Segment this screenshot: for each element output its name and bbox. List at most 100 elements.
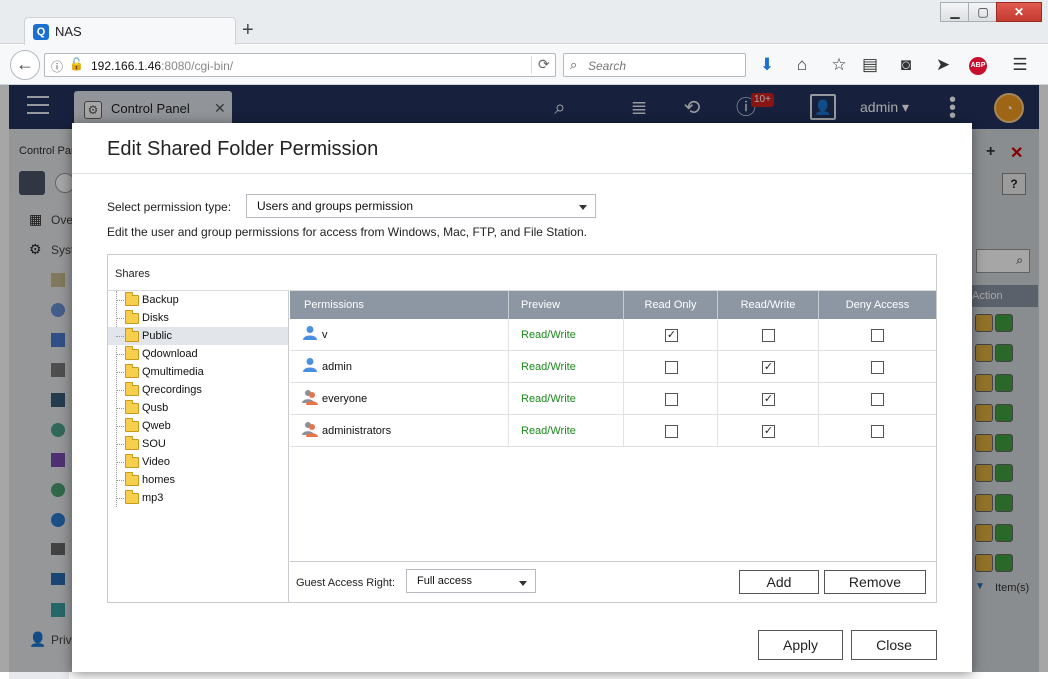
user-icon <box>303 326 317 340</box>
folder-icon <box>125 382 139 396</box>
read-only-checkbox[interactable] <box>665 361 678 374</box>
folder-name: Qrecordings <box>142 384 202 396</box>
minimize-button[interactable]: ▁ <box>940 2 970 22</box>
cell-permission: everyone <box>290 383 509 415</box>
home-icon[interactable]: ⌂ <box>790 53 814 77</box>
tree-connector <box>116 426 124 427</box>
folder-name: Backup <box>142 294 179 306</box>
reading-list-icon[interactable]: ▤ <box>858 53 882 77</box>
folder-item[interactable]: Qweb <box>108 417 288 435</box>
tree-connector <box>116 318 124 319</box>
read-only-checkbox[interactable] <box>665 425 678 438</box>
reload-icon[interactable]: ⟳ <box>531 56 550 74</box>
cell-preview: Read/Write <box>509 383 624 415</box>
guest-access-label: Guest Access Right: <box>296 577 396 589</box>
info-icon[interactable]: ⓘ <box>51 58 63 75</box>
cell-preview: Read/Write <box>509 351 624 383</box>
download-icon[interactable]: ⬇ <box>755 53 779 77</box>
cell-deny <box>819 383 936 415</box>
search-bar[interactable]: ⌕ Search <box>563 53 746 77</box>
permission-row[interactable]: admin Read/Write ✓ <box>290 351 936 383</box>
read-write-checkbox[interactable] <box>762 329 775 342</box>
browser-menu-icon[interactable]: ☰ <box>1008 53 1032 77</box>
cell-deny <box>819 415 936 447</box>
folder-name: Public <box>142 330 172 342</box>
send-icon[interactable]: ➤ <box>931 53 955 77</box>
cell-permission: administrators <box>290 415 509 447</box>
read-write-checkbox[interactable]: ✓ <box>762 361 775 374</box>
browser-navbar: ← ⓘ 🔓 192.166.1.46:8080/cgi-bin/ ⟳ ⌕ Sea… <box>0 45 1048 85</box>
divider <box>72 173 972 174</box>
cell-read-only <box>624 383 718 415</box>
chevron-down-icon <box>519 581 527 586</box>
preview-value: Read/Write <box>521 425 576 437</box>
apply-button[interactable]: Apply <box>758 630 843 660</box>
folder-item[interactable]: SOU <box>108 435 288 453</box>
folder-item[interactable]: homes <box>108 471 288 489</box>
pocket-icon[interactable]: ◙ <box>894 53 918 77</box>
folder-icon <box>125 400 139 414</box>
folder-name: Qusb <box>142 402 169 414</box>
folder-icon <box>125 472 139 486</box>
cell-deny <box>819 351 936 383</box>
column-deny-access[interactable]: Deny Access <box>819 291 936 319</box>
folder-name: homes <box>142 474 176 486</box>
qnap-favicon-icon: Q <box>33 24 49 40</box>
folder-name: Disks <box>142 312 169 324</box>
folder-item[interactable]: Backup <box>108 291 288 309</box>
column-permissions[interactable]: Permissions <box>290 291 509 319</box>
read-only-checkbox[interactable]: ✓ <box>665 329 678 342</box>
new-tab-button[interactable]: + <box>242 20 254 40</box>
browser-titlebar: Q NAS + ▁ ▢ ✕ <box>0 0 1048 45</box>
browser-tab[interactable]: Q NAS <box>24 17 236 45</box>
folder-item[interactable]: Qusb <box>108 399 288 417</box>
deny-checkbox[interactable] <box>871 425 884 438</box>
folder-item[interactable]: mp3 <box>108 489 288 507</box>
maximize-button[interactable]: ▢ <box>968 2 998 22</box>
read-write-checkbox[interactable]: ✓ <box>762 425 775 438</box>
tab-title: NAS <box>55 24 82 39</box>
search-icon: ⌕ <box>570 57 578 72</box>
folder-item[interactable]: Public <box>108 327 288 345</box>
tree-connector <box>116 300 124 301</box>
cell-read-write <box>718 319 819 351</box>
guest-access-select[interactable]: Full access <box>406 569 536 593</box>
group-icon <box>302 422 318 437</box>
close-window-button[interactable]: ✕ <box>996 2 1042 22</box>
permission-type-select[interactable]: Users and groups permission <box>246 194 596 218</box>
permission-user-name: everyone <box>322 393 368 405</box>
cell-preview: Read/Write <box>509 415 624 447</box>
cell-read-write: ✓ <box>718 415 819 447</box>
url-bar[interactable]: ⓘ 🔓 192.166.1.46:8080/cgi-bin/ ⟳ <box>44 53 556 77</box>
permission-row[interactable]: administrators Read/Write ✓ <box>290 415 936 447</box>
read-only-checkbox[interactable] <box>665 393 678 406</box>
folder-item[interactable]: Video <box>108 453 288 471</box>
column-read-write[interactable]: Read/Write <box>718 291 819 319</box>
remove-button[interactable]: Remove <box>824 570 926 594</box>
permission-row[interactable]: everyone Read/Write ✓ <box>290 383 936 415</box>
folder-item[interactable]: Disks <box>108 309 288 327</box>
read-write-checkbox[interactable]: ✓ <box>762 393 775 406</box>
bookmark-star-icon[interactable]: ☆ <box>827 53 851 77</box>
tree-connector <box>116 444 124 445</box>
folder-icon <box>125 310 139 324</box>
folder-item[interactable]: Qrecordings <box>108 381 288 399</box>
close-button[interactable]: Close <box>851 630 937 660</box>
folder-item[interactable]: Qmultimedia <box>108 363 288 381</box>
deny-checkbox[interactable] <box>871 393 884 406</box>
insecure-lock-icon[interactable]: 🔓 <box>69 57 84 71</box>
preview-value: Read/Write <box>521 361 576 373</box>
permission-user-name: administrators <box>322 425 392 437</box>
adblock-icon[interactable]: ABP <box>969 57 987 75</box>
back-button[interactable]: ← <box>10 50 40 80</box>
deny-checkbox[interactable] <box>871 361 884 374</box>
deny-checkbox[interactable] <box>871 329 884 342</box>
permission-description: Edit the user and group permissions for … <box>107 225 587 239</box>
folder-item[interactable]: Qdownload <box>108 345 288 363</box>
permission-row[interactable]: v Read/Write ✓ <box>290 319 936 351</box>
folder-name: Qweb <box>142 420 171 432</box>
add-button[interactable]: Add <box>739 570 819 594</box>
column-read-only[interactable]: Read Only <box>624 291 718 319</box>
cell-preview: Read/Write <box>509 319 624 351</box>
column-preview[interactable]: Preview <box>509 291 624 319</box>
